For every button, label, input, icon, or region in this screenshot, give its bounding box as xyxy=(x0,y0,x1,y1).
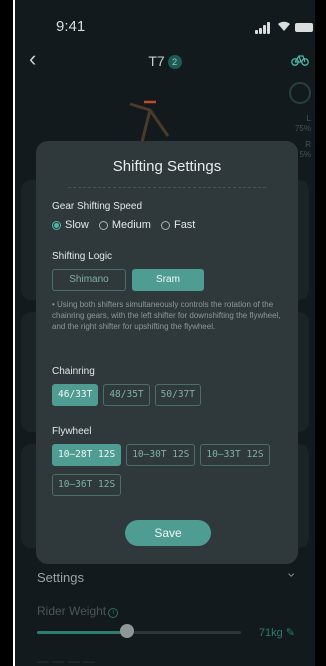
faded-setting-row: — — — — xyxy=(37,654,96,666)
chainring-option[interactable]: 46/33T xyxy=(52,384,99,406)
radio-fast[interactable]: Fast xyxy=(160,219,196,231)
chainring-option[interactable]: 50/37T xyxy=(154,384,201,406)
side-label: R xyxy=(305,140,311,149)
shifting-settings-modal: Shifting Settings Gear Shifting Speed Sl… xyxy=(36,141,298,564)
rider-weight-text: Rider Weight xyxy=(37,604,107,618)
flywheel-option[interactable]: 10–33T 12S xyxy=(200,444,270,466)
status-bar: 9:41 xyxy=(15,16,315,40)
device-title: T7 2 xyxy=(15,53,315,69)
chainring-option[interactable]: 48/35T xyxy=(103,384,150,406)
settings-header[interactable]: Settings xyxy=(37,570,84,585)
signal-icon xyxy=(255,22,273,34)
radio-medium[interactable]: Medium xyxy=(98,219,151,231)
gear-speed-label: Gear Shifting Speed xyxy=(52,201,143,212)
radio-label: Slow xyxy=(65,219,89,231)
logic-shimano-button[interactable]: Shimano xyxy=(52,269,126,291)
device-badge: 2 xyxy=(167,55,182,69)
left-bezel xyxy=(0,0,13,666)
flywheel-option[interactable]: 10–28T 12S xyxy=(52,444,122,466)
modal-divider xyxy=(68,187,266,188)
edit-icon[interactable]: ✎ xyxy=(286,627,295,639)
flywheel-option[interactable]: 10–30T 12S xyxy=(126,444,196,466)
wifi-icon xyxy=(277,20,291,32)
device-name: T7 xyxy=(148,53,165,69)
chainring-options: 46/33T 48/35T 50/37T xyxy=(52,384,292,406)
shifting-logic-options: Shimano Sram xyxy=(52,269,204,291)
side-label: 75% xyxy=(294,124,311,133)
battery-icon xyxy=(295,23,313,32)
chainring-label: Chainring xyxy=(52,366,95,377)
shifting-logic-note: • Using both shifters simultaneously con… xyxy=(52,300,281,331)
right-bezel xyxy=(314,0,326,666)
bike-icon[interactable] xyxy=(291,52,309,66)
radio-label: Fast xyxy=(173,219,196,231)
radio-empty-icon xyxy=(160,220,170,230)
modal-title: Shifting Settings xyxy=(112,158,222,175)
logic-sram-button[interactable]: Sram xyxy=(132,269,204,291)
side-gauge-icon xyxy=(289,82,311,104)
radio-label: Medium xyxy=(111,219,151,231)
flywheel-option[interactable]: 10–36T 12S xyxy=(52,474,122,496)
shifting-logic-label: Shifting Logic xyxy=(52,251,113,262)
side-label: L xyxy=(306,114,311,123)
gear-speed-options: Slow Medium Fast xyxy=(52,219,195,231)
rider-weight-value[interactable]: 71kg ✎ xyxy=(259,626,295,639)
save-button[interactable]: Save xyxy=(125,520,211,546)
slider-fill xyxy=(37,631,127,634)
radio-empty-icon xyxy=(98,220,108,230)
radio-slow[interactable]: Slow xyxy=(52,219,89,231)
phone-screen: 9:41 ‹ T7 2 L 75% R 5% Settings › Rider W… xyxy=(15,0,315,666)
flywheel-label: Flywheel xyxy=(52,426,92,437)
status-time: 9:41 xyxy=(56,18,86,35)
radio-selected-icon xyxy=(52,220,61,230)
rider-weight-label: Rider Weight i xyxy=(37,604,119,618)
rider-weight-slider[interactable] xyxy=(37,631,241,634)
info-icon[interactable]: i xyxy=(108,608,119,618)
slider-thumb[interactable] xyxy=(119,624,134,638)
bike-image xyxy=(129,100,170,143)
side-label: 5% xyxy=(299,150,311,159)
weight-value-text: 71kg xyxy=(258,627,283,639)
chevron-down-icon[interactable]: › xyxy=(285,573,301,578)
flywheel-options: 10–28T 12S 10–30T 12S 10–33T 12S 10–36T … xyxy=(52,444,292,496)
